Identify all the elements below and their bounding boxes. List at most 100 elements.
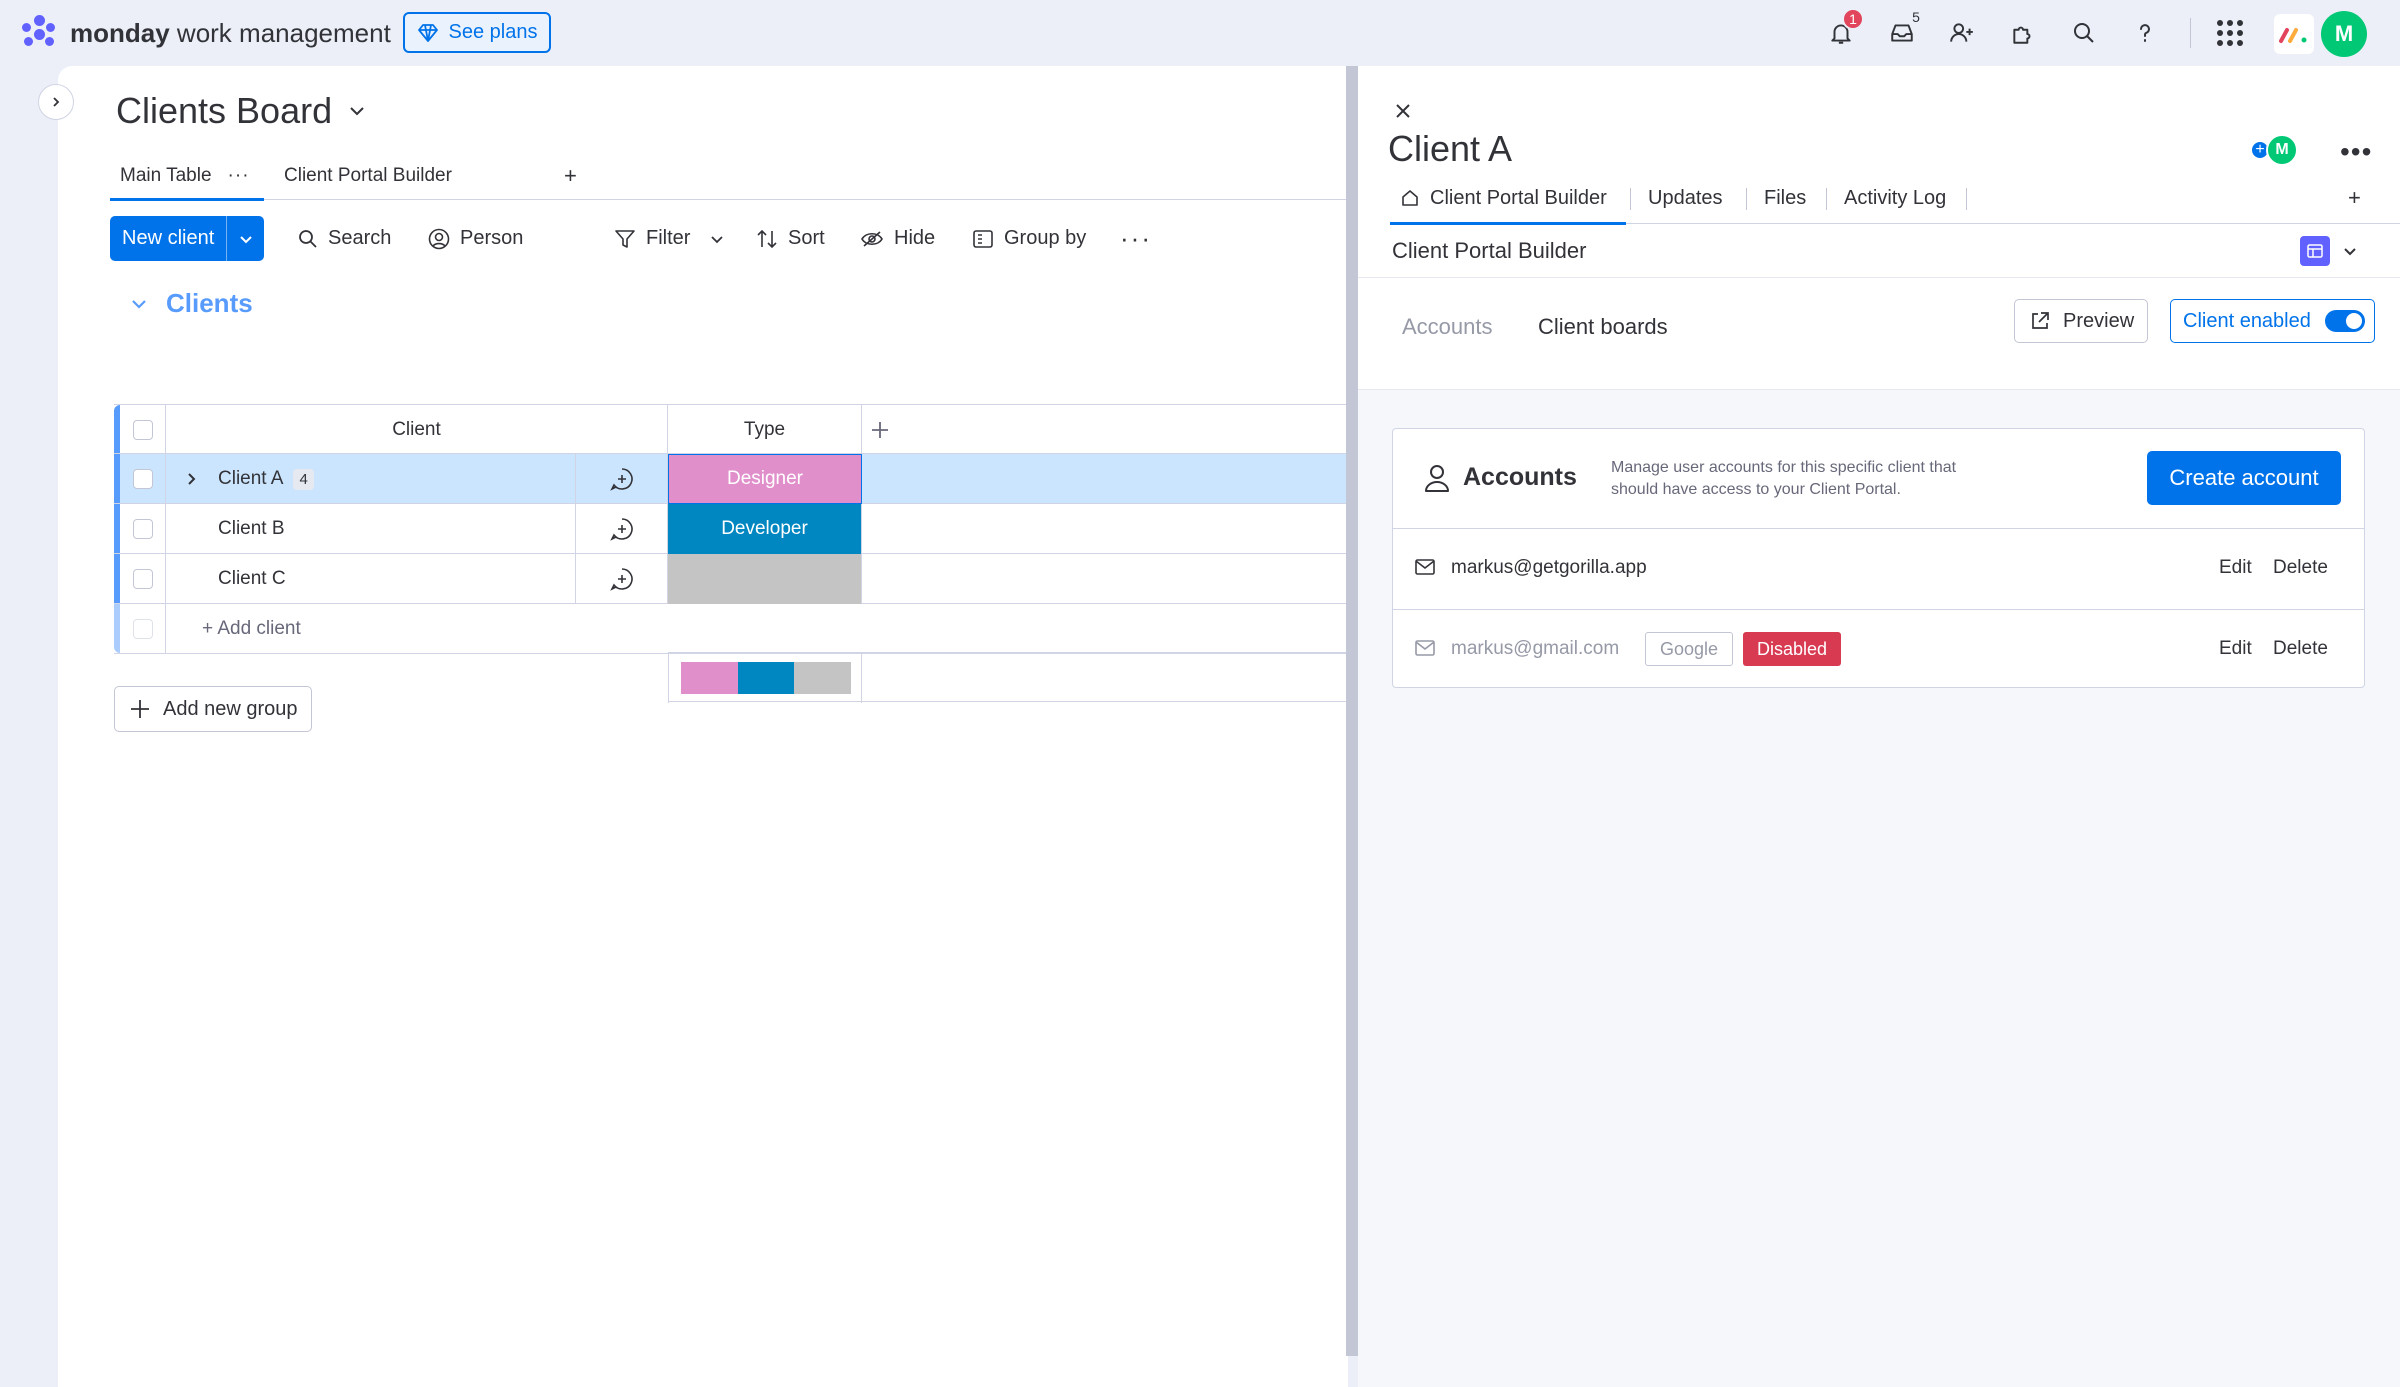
updates-cell[interactable]	[576, 504, 668, 554]
delete-account-button[interactable]: Delete	[2273, 557, 2328, 579]
select-all-checkbox[interactable]	[132, 420, 153, 440]
eye-hidden-icon	[861, 230, 883, 247]
item-name-cell[interactable]: Client B	[166, 504, 576, 554]
group-title[interactable]: Clients	[166, 288, 253, 319]
tab-activity-log[interactable]: Activity Log	[1844, 172, 1946, 224]
chevron-right-icon[interactable]	[184, 472, 198, 486]
row-checkbox[interactable]	[132, 519, 153, 539]
filter-button[interactable]: Filter	[614, 216, 724, 261]
type-distribution-bar	[681, 662, 852, 694]
account-row: markus@getgorilla.app Edit Delete	[1393, 529, 2364, 609]
tab-main-table[interactable]: Main Table ···	[110, 152, 264, 201]
item-name[interactable]: Client B	[218, 518, 285, 540]
monday-product-switcher[interactable]	[2274, 14, 2314, 54]
edit-account-button[interactable]: Edit	[2219, 638, 2252, 660]
more-options-icon[interactable]: •••	[2340, 136, 2372, 168]
add-view-button[interactable]: +	[564, 152, 577, 200]
apps-button[interactable]	[2211, 14, 2249, 52]
table-row[interactable]: Client A 4 Designer	[114, 454, 1348, 504]
group-header[interactable]: Clients	[130, 288, 253, 319]
hide-button[interactable]: Hide	[860, 216, 935, 261]
portal-subtabs: Accounts Client boards Preview Client en…	[1358, 278, 2400, 390]
type-status-cell[interactable]: Developer	[668, 504, 862, 554]
chevron-down-icon[interactable]	[2342, 244, 2358, 260]
tab-client-portal-builder[interactable]: Client Portal Builder	[284, 152, 452, 200]
preview-label: Preview	[2063, 309, 2135, 332]
table-header: Client Type	[114, 404, 1348, 455]
search-button[interactable]: Search	[298, 216, 391, 261]
chevron-down-icon[interactable]	[710, 232, 724, 246]
add-column-button[interactable]	[862, 405, 898, 455]
updates-cell[interactable]	[576, 554, 668, 604]
column-header-client[interactable]: Client	[166, 405, 668, 455]
google-badge: Google	[1645, 632, 1733, 666]
home-icon	[1402, 190, 1418, 206]
edit-account-button[interactable]: Edit	[2219, 557, 2252, 579]
question-icon	[2140, 24, 2150, 42]
user-avatar[interactable]: M	[2321, 11, 2367, 57]
diamond-icon	[417, 23, 438, 42]
board-view-tabs: Main Table ··· Client Portal Builder +	[110, 152, 1348, 201]
puzzle-icon	[2013, 26, 2031, 44]
sort-button[interactable]: Sort	[756, 216, 825, 261]
group-by-button[interactable]: Group by	[972, 216, 1086, 261]
person-filter-button[interactable]: Person	[428, 216, 523, 261]
app-view-icon[interactable]	[2300, 236, 2330, 266]
monday-mark-icon	[2279, 28, 2307, 43]
row-checkbox[interactable]	[132, 469, 153, 489]
account-row: markus@gmail.com Google Disabled Edit De…	[1393, 609, 2364, 689]
add-new-group-button[interactable]: Add new group	[114, 686, 312, 732]
preview-button[interactable]: Preview	[2014, 299, 2148, 343]
delete-account-button[interactable]: Delete	[2273, 638, 2328, 660]
notifications-button[interactable]: 1	[1822, 8, 1864, 52]
tab-label: Main Table	[120, 165, 212, 186]
search-icon	[299, 229, 317, 248]
tab-client-portal-builder[interactable]: Client Portal Builder	[1390, 172, 1626, 225]
item-title[interactable]: Client A	[1388, 128, 1512, 170]
new-client-dropdown[interactable]	[227, 232, 264, 246]
expand-sidebar-button[interactable]	[38, 84, 74, 120]
create-account-button[interactable]: Create account	[2147, 451, 2341, 505]
disabled-status-badge: Disabled	[1743, 632, 1841, 666]
column-header-type[interactable]: Type	[668, 405, 862, 455]
updates-cell[interactable]	[576, 454, 668, 504]
subscribers[interactable]: + M	[2250, 132, 2298, 166]
help-button[interactable]	[2126, 14, 2164, 52]
topbar-divider	[2190, 18, 2191, 48]
row-checkbox[interactable]	[132, 569, 153, 589]
item-name[interactable]: Client A	[218, 468, 283, 490]
item-name-cell[interactable]: Client C	[166, 554, 576, 604]
toggle-switch[interactable]	[2324, 310, 2365, 332]
tab-files[interactable]: Files	[1764, 172, 1806, 224]
close-panel-button[interactable]	[1388, 96, 1418, 126]
user-icon	[1425, 465, 1449, 492]
subtab-accounts[interactable]: Accounts	[1402, 314, 1493, 340]
subtab-client-boards[interactable]: Client boards	[1538, 314, 1668, 340]
monday-logo[interactable]: monday work management	[22, 14, 391, 52]
add-client-input[interactable]: + Add client	[166, 604, 1348, 654]
new-client-label: New client	[122, 227, 215, 249]
client-enabled-toggle[interactable]: Client enabled	[2170, 299, 2375, 343]
tab-options-icon[interactable]: ···	[228, 165, 250, 187]
add-tab-button[interactable]: +	[2348, 172, 2361, 224]
type-status-cell[interactable]: Designer	[668, 454, 862, 504]
search-icon	[2074, 23, 2094, 43]
item-name-cell[interactable]: Client A 4	[166, 454, 576, 504]
chevron-down-icon[interactable]	[130, 295, 148, 313]
more-options-icon[interactable]: ···	[1120, 216, 1152, 261]
new-client-button[interactable]: New client	[110, 216, 264, 261]
invite-members-button[interactable]	[1943, 14, 1981, 52]
search-everything-button[interactable]	[2065, 14, 2103, 52]
board-scrollbar[interactable]	[1346, 66, 1358, 1356]
type-summary-cell[interactable]	[668, 653, 862, 703]
type-status-cell[interactable]	[668, 554, 862, 604]
board-title-text: Clients Board	[116, 90, 333, 131]
table-row[interactable]: Client C	[114, 554, 1348, 604]
see-plans-button[interactable]: See plans	[403, 12, 551, 53]
inbox-button[interactable]: 5	[1883, 9, 1921, 52]
table-row[interactable]: Client B Developer	[114, 504, 1348, 554]
integrations-button[interactable]	[2004, 14, 2042, 52]
item-name[interactable]: Client C	[218, 568, 286, 590]
tab-updates[interactable]: Updates	[1648, 172, 1723, 224]
board-title[interactable]: Clients Board	[116, 90, 366, 132]
